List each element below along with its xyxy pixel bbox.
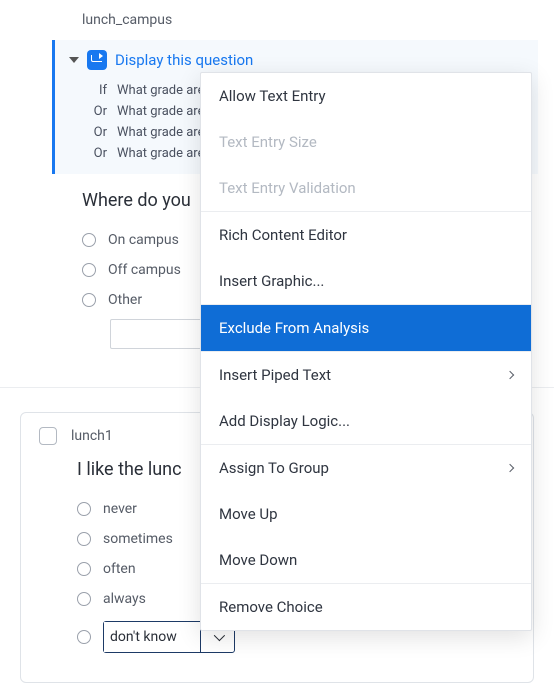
choice-label: never <box>103 501 137 517</box>
menu-item: Text Entry Size <box>201 119 531 165</box>
condition-op: Or <box>89 146 107 161</box>
menu-item-label: Remove Choice <box>219 598 323 616</box>
condition-op: Or <box>89 125 107 140</box>
display-logic-title: Display this question <box>115 51 253 69</box>
menu-item-label: Allow Text Entry <box>219 87 326 105</box>
menu-item[interactable]: Assign To Group <box>201 445 531 491</box>
radio-icon <box>77 592 91 606</box>
radio-icon <box>77 630 91 644</box>
display-logic-icon <box>87 50 107 70</box>
menu-item-label: Move Up <box>219 505 278 523</box>
condition-op: If <box>89 83 107 98</box>
choice-label: always <box>103 591 146 607</box>
menu-item[interactable]: Exclude From Analysis <box>201 305 531 351</box>
caret-down-icon <box>69 57 79 63</box>
radio-icon <box>77 562 91 576</box>
question-id-b: lunch1 <box>71 428 113 444</box>
radio-icon <box>82 233 96 247</box>
menu-item-label: Add Display Logic... <box>219 412 350 430</box>
menu-item-label: Rich Content Editor <box>219 226 347 244</box>
choice-label: On campus <box>108 232 179 248</box>
condition-op: Or <box>89 104 107 119</box>
display-logic-header[interactable]: Display this question <box>69 50 538 70</box>
menu-item[interactable]: Rich Content Editor <box>201 212 531 258</box>
question-id-a: lunch_campus <box>82 12 538 28</box>
chevron-right-icon <box>506 371 514 379</box>
choice-edit-input[interactable] <box>104 622 200 652</box>
menu-item[interactable]: Insert Piped Text <box>201 352 531 398</box>
radio-icon <box>77 502 91 516</box>
choice-label: often <box>103 561 136 577</box>
radio-icon <box>77 532 91 546</box>
radio-icon <box>82 293 96 307</box>
menu-item-label: Assign To Group <box>219 459 329 477</box>
menu-item-label: Insert Piped Text <box>219 366 331 384</box>
choice-label: Other <box>108 292 142 308</box>
choice-label: sometimes <box>103 531 173 547</box>
menu-item-label: Insert Graphic... <box>219 272 324 290</box>
menu-item-label: Text Entry Size <box>219 133 317 151</box>
menu-item[interactable]: Remove Choice <box>201 584 531 630</box>
menu-item-label: Text Entry Validation <box>219 179 356 197</box>
menu-item[interactable]: Move Down <box>201 537 531 583</box>
menu-item-label: Exclude From Analysis <box>219 319 369 337</box>
menu-item: Text Entry Validation <box>201 165 531 211</box>
menu-item[interactable]: Insert Graphic... <box>201 258 531 304</box>
menu-item[interactable]: Allow Text Entry <box>201 73 531 119</box>
choice-label: Off campus <box>108 262 181 278</box>
select-question-checkbox[interactable] <box>39 427 57 445</box>
radio-icon <box>82 263 96 277</box>
menu-item-label: Move Down <box>219 551 297 569</box>
chevron-right-icon <box>506 464 514 472</box>
choice-context-menu: Allow Text Entry Text Entry Size Text Entr… <box>200 72 532 631</box>
menu-item[interactable]: Move Up <box>201 491 531 537</box>
menu-item[interactable]: Add Display Logic... <box>201 398 531 444</box>
chevron-down-icon <box>213 630 224 641</box>
